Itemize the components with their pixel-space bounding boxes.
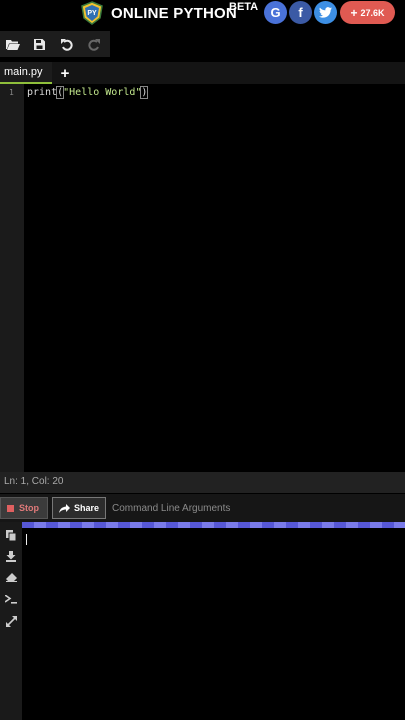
logo-text: PY [87,10,97,17]
folder-open-icon [6,39,20,50]
redo-icon [87,38,100,51]
terminal-output[interactable] [22,528,405,720]
python-logo-icon: PY [80,1,104,25]
line-number: 1 [9,88,14,97]
undo-button[interactable] [53,31,79,57]
google-icon: G [270,5,281,20]
undo-icon [60,38,73,51]
tab-main-py-label[interactable]: main.py [4,66,43,78]
code-function: print [27,87,58,98]
terminal-prompt-button[interactable] [2,590,20,608]
share-arrow-icon [58,503,70,513]
code-editor[interactable] [24,84,405,472]
save-button[interactable] [26,31,52,57]
open-file-button[interactable] [0,31,26,57]
command-line-arguments-input[interactable] [110,497,404,519]
terminal-cursor [26,534,27,545]
editor-gutter [0,84,24,472]
eraser-icon [5,572,17,582]
share-button[interactable]: Share [52,497,106,519]
expand-terminal-button[interactable] [2,612,20,630]
stop-button[interactable]: Stop [0,497,48,519]
facebook-share-button[interactable]: f [289,1,312,24]
copy-output-button[interactable] [2,526,20,544]
download-icon [6,550,16,562]
redo-button[interactable] [81,31,107,57]
site-title: ONLINE PYTHON [111,5,237,22]
save-icon [33,38,45,50]
share-count-button[interactable]: + 27.6K [340,1,395,24]
cursor-position: Ln: 1, Col: 20 [4,476,64,487]
expand-icon [5,615,17,627]
copy-icon [6,529,16,541]
code-paren-close: ) [140,86,149,99]
share-count: 27.6K [360,7,385,18]
twitter-bird-icon [319,7,332,18]
facebook-icon: f [298,5,303,20]
twitter-share-button[interactable] [314,1,337,24]
add-file-button[interactable]: + [58,62,72,84]
code-line[interactable]: print("Hello World") [27,86,149,99]
share-label: Share [73,503,99,513]
stop-icon [7,504,14,512]
download-output-button[interactable] [2,547,20,565]
prompt-icon [5,594,17,604]
plus-icon: + [350,5,358,20]
clear-output-button[interactable] [2,568,20,586]
beta-badge: BETA [229,1,259,13]
stop-label: Stop [19,503,39,513]
code-string: "Hello World" [63,87,142,98]
google-share-button[interactable]: G [264,1,287,24]
